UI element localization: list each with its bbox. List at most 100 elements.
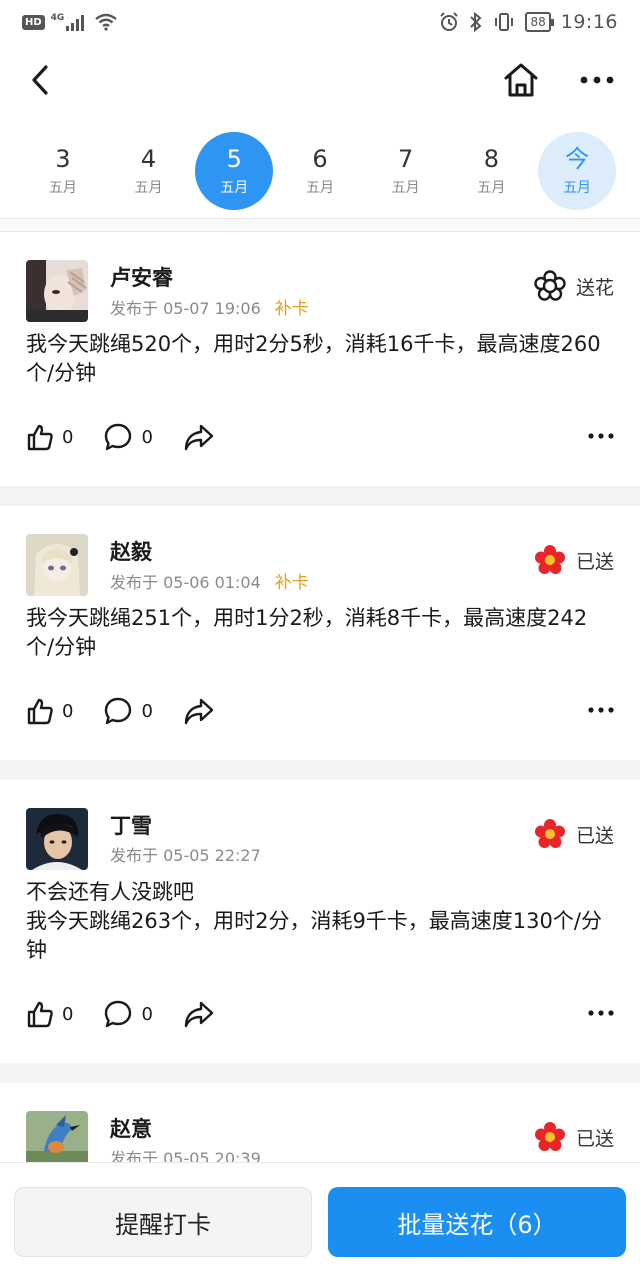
like-button[interactable]: 0	[26, 423, 73, 451]
date-day: 6	[312, 145, 328, 173]
post-meta: 赵毅 发布于 05-06 01:04 补卡	[110, 534, 309, 593]
thumbs-up-icon	[27, 1001, 53, 1028]
comment-button[interactable]: 0	[103, 999, 153, 1029]
date-item-7[interactable]: 7 五月	[367, 132, 445, 210]
post-actions: 0 0	[26, 965, 614, 1063]
date-month: 五月	[563, 180, 592, 196]
post-card: 丁雪 发布于 05-05 22:27 已送 不会还有人没跳吧 我今天跳绳263个…	[0, 780, 640, 1063]
flower-label: 已送	[575, 1127, 614, 1150]
remind-checkin-button[interactable]: 提醒打卡	[14, 1187, 312, 1257]
post-meta: 赵意 发布于 05-05 20:39	[110, 1111, 261, 1162]
share-button[interactable]	[183, 999, 215, 1029]
date-month: 五月	[220, 180, 249, 196]
bottom-action-bar: 提醒打卡 批量送花（6）	[0, 1162, 640, 1280]
like-button[interactable]: 0	[26, 697, 73, 725]
wifi-icon	[95, 13, 118, 31]
post-author[interactable]: 赵意	[110, 1115, 261, 1143]
date-item-8[interactable]: 8 五月	[452, 132, 530, 210]
post-time-row: 发布于 05-07 19:06 补卡	[110, 294, 309, 320]
date-month: 五月	[134, 180, 163, 196]
more-horizontal-icon	[588, 1010, 614, 1016]
battery-indicator: 88	[525, 12, 555, 32]
network-type: 4G	[50, 13, 65, 23]
thumbs-up-icon	[27, 424, 53, 451]
more-horizontal-icon	[588, 707, 614, 713]
flower-sent-button[interactable]: 已送	[534, 544, 614, 576]
post-more-button[interactable]	[588, 1001, 614, 1020]
thumbs-up-icon	[27, 698, 53, 725]
date-day: 4	[140, 145, 157, 173]
post-content: 我今天跳绳520个，用时2分5秒，消耗16千卡，最高速度260个/分钟	[26, 332, 601, 385]
red-flower-icon	[534, 1122, 565, 1151]
share-icon	[184, 1001, 214, 1028]
comment-button[interactable]: 0	[103, 696, 153, 726]
post-meta: 卢安睿 发布于 05-07 19:06 补卡	[110, 260, 309, 319]
signal-icon	[66, 15, 85, 31]
date-month: 五月	[48, 180, 77, 196]
like-count: 0	[62, 1003, 74, 1025]
back-button[interactable]	[18, 58, 62, 102]
red-flower-icon	[534, 819, 565, 848]
date-day: 7	[398, 145, 414, 173]
batch-send-flower-button[interactable]: 批量送花（6）	[328, 1187, 626, 1257]
top-nav	[0, 44, 640, 116]
post-author[interactable]: 赵毅	[110, 538, 309, 566]
share-button[interactable]	[183, 696, 215, 726]
post-time: 发布于 05-05 22:27	[110, 846, 261, 865]
date-item-5-selected[interactable]: 5 五月	[195, 132, 274, 210]
like-button[interactable]: 0	[26, 1000, 73, 1028]
date-strip: 3 五月 4 五月 5 五月 6 五月 7 五月 8 五月 今 五月	[0, 124, 640, 218]
post-actions: 0 0	[26, 662, 614, 760]
date-day: 3	[55, 145, 71, 173]
flower-label: 已送	[575, 824, 614, 847]
post-time: 发布于 05-07 19:06	[110, 298, 261, 318]
date-item-6[interactable]: 6 五月	[281, 132, 359, 210]
chevron-left-icon	[32, 65, 48, 95]
avatar[interactable]	[26, 260, 88, 322]
post-card: 赵意 发布于 05-05 20:39 已送	[0, 1083, 640, 1162]
flower-sent-button[interactable]: 已送	[534, 818, 614, 850]
comment-button[interactable]: 0	[103, 422, 153, 452]
post-header: 赵毅 发布于 05-06 01:04 补卡	[26, 534, 614, 598]
date-item-today[interactable]: 今 五月	[538, 132, 617, 210]
more-options-button[interactable]	[572, 56, 622, 104]
comment-icon	[105, 1000, 132, 1028]
post-header: 卢安睿 发布于 05-07 19:06 补卡	[26, 260, 614, 324]
post-time-row: 发布于 05-05 20:39	[110, 1145, 261, 1162]
post-time: 发布于 05-06 01:04	[110, 572, 261, 592]
post-meta: 丁雪 发布于 05-05 22:27	[110, 808, 261, 866]
post-author[interactable]: 卢安睿	[110, 264, 309, 292]
avatar[interactable]	[26, 808, 88, 870]
home-button[interactable]	[496, 56, 546, 104]
post-author[interactable]: 丁雪	[110, 812, 261, 840]
date-item-3[interactable]: 3 五月	[24, 132, 102, 210]
date-month: 五月	[305, 180, 334, 196]
post-more-button[interactable]	[588, 424, 614, 443]
avatar[interactable]	[26, 1111, 88, 1162]
share-icon	[184, 424, 214, 451]
date-month: 五月	[391, 180, 420, 196]
like-count: 0	[62, 426, 74, 448]
date-day: 5	[226, 145, 242, 173]
date-month: 五月	[477, 180, 506, 196]
checkin-feed[interactable]: 卢安睿 发布于 05-07 19:06 补卡 送花 我今天跳绳520个，用时2分…	[0, 232, 640, 1162]
status-time: 19:16	[560, 11, 618, 33]
status-bar: HD 4G 88 19:16	[0, 0, 640, 44]
post-more-button[interactable]	[588, 698, 614, 717]
more-horizontal-icon	[588, 433, 614, 439]
red-flower-icon	[534, 545, 565, 574]
like-count: 0	[62, 700, 74, 722]
post-header: 赵意 发布于 05-05 20:39	[26, 1111, 614, 1162]
flower-sent-button[interactable]: 已送	[534, 1121, 614, 1153]
post-content: 不会还有人没跳吧 我今天跳绳263个，用时2分，消耗9千卡，最高速度130个/分…	[26, 880, 602, 962]
post-time-row: 发布于 05-05 22:27	[110, 842, 261, 866]
send-flower-button[interactable]: 送花	[534, 270, 614, 302]
date-item-4[interactable]: 4 五月	[110, 132, 188, 210]
share-icon	[184, 698, 214, 725]
share-button[interactable]	[183, 422, 215, 452]
alarm-icon	[440, 12, 459, 31]
bluetooth-icon	[470, 12, 482, 32]
section-divider	[0, 218, 640, 232]
comment-count: 0	[141, 1003, 153, 1025]
avatar[interactable]	[26, 534, 88, 596]
